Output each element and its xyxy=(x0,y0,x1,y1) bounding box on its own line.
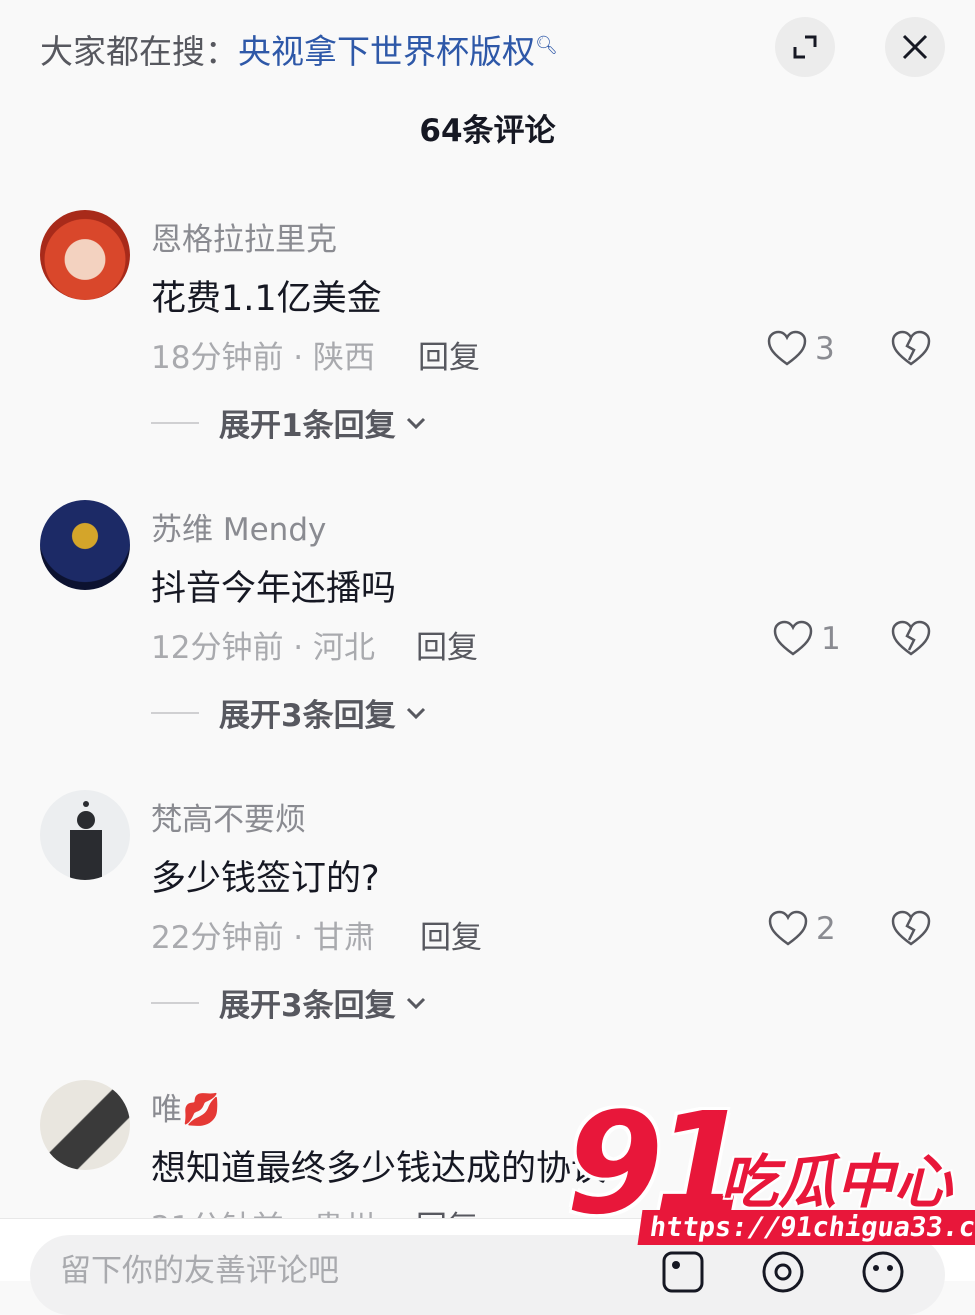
avatar[interactable] xyxy=(40,1080,130,1170)
like-count: 2 xyxy=(816,911,836,947)
dislike-button[interactable] xyxy=(890,330,932,372)
search-suggestion[interactable]: 大家都在搜：央视拿下世界杯版权🔍︎ xyxy=(40,24,558,74)
search-icon: 🔍︎ xyxy=(535,35,558,56)
close-button[interactable] xyxy=(885,17,945,77)
search-suggestion-prefix: 大家都在搜： xyxy=(40,32,238,71)
broken-heart-icon xyxy=(891,620,931,656)
avatar[interactable] xyxy=(40,790,130,880)
comment-text: 抖音今年还播吗 xyxy=(151,569,397,609)
comment-author[interactable]: 恩格拉拉里克 xyxy=(151,214,337,259)
comment-text: 想知道最终多少钱达成的协议 xyxy=(151,1149,607,1189)
reply-button[interactable]: 回复 xyxy=(416,622,478,667)
comment-meta: 22分钟前 · 甘肃 xyxy=(151,920,376,956)
close-icon xyxy=(902,34,928,60)
comment-meta: 18分钟前 · 陕西 xyxy=(151,340,376,376)
like-button[interactable]: 1 xyxy=(773,620,841,658)
reply-button[interactable]: 回复 xyxy=(418,332,480,377)
chevron-down-icon xyxy=(406,707,425,719)
avatar-figure xyxy=(70,801,102,880)
search-suggestion-term[interactable]: 央视拿下世界杯版权 xyxy=(238,32,535,71)
expand-button[interactable] xyxy=(775,17,835,77)
expand-icon xyxy=(793,35,817,59)
expand-replies-label: 展开3条回复 xyxy=(219,698,396,734)
comment-author[interactable]: 苏维 Mendy xyxy=(151,504,326,549)
broken-heart-icon xyxy=(891,330,931,366)
divider xyxy=(151,421,199,424)
watermark-logo: 91 吃瓜中心 https://91chigua33.com xyxy=(560,1095,975,1265)
like-button[interactable]: 2 xyxy=(768,910,836,948)
heart-icon xyxy=(768,910,808,946)
divider xyxy=(151,1001,199,1004)
comment-input-placeholder: 留下你的友善评论吧 xyxy=(60,1253,339,1289)
watermark-url: https://91chigua33.com xyxy=(637,1210,975,1245)
expand-replies-label: 展开3条回复 xyxy=(219,988,396,1024)
expand-replies-button[interactable]: 展开1条回复 xyxy=(151,400,428,445)
chevron-down-icon xyxy=(406,997,425,1009)
expand-replies-label: 展开1条回复 xyxy=(219,408,396,444)
comment-text: 多少钱签订的? xyxy=(151,859,380,899)
chevron-down-icon xyxy=(406,417,425,429)
broken-heart-icon xyxy=(891,910,931,946)
avatar[interactable] xyxy=(40,210,130,300)
like-count: 3 xyxy=(815,331,835,367)
expand-replies-button[interactable]: 展开3条回复 xyxy=(151,980,428,1025)
dislike-button[interactable] xyxy=(890,620,932,662)
expand-replies-button[interactable]: 展开3条回复 xyxy=(151,690,428,735)
comment-meta: 12分钟前 · 河北 xyxy=(151,630,376,666)
divider xyxy=(151,711,199,714)
comment-author[interactable]: 唯💋 xyxy=(151,1084,221,1129)
heart-icon xyxy=(767,330,807,366)
heart-icon xyxy=(773,620,813,656)
comment-count-title: 64条评论 xyxy=(419,113,556,149)
like-button[interactable]: 3 xyxy=(767,330,835,368)
dislike-button[interactable] xyxy=(890,910,932,952)
comment-author[interactable]: 梵高不要烦 xyxy=(151,794,306,839)
like-count: 1 xyxy=(821,621,841,657)
comment-text: 花费1.1亿美金 xyxy=(151,279,382,319)
watermark-brand: 吃瓜中心 xyxy=(720,1148,953,1216)
reply-button[interactable]: 回复 xyxy=(420,912,482,957)
avatar[interactable] xyxy=(40,500,130,590)
